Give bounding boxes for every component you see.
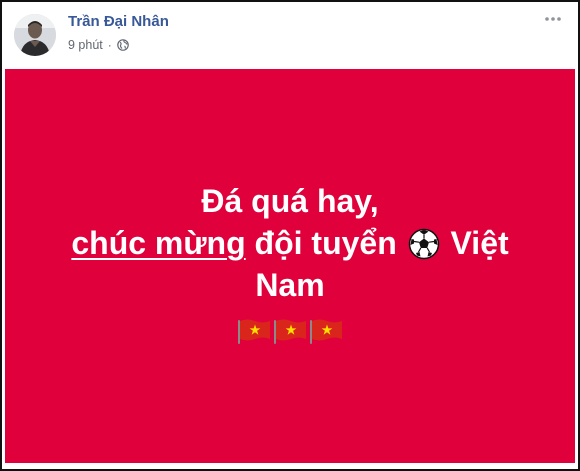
avatar-photo [14, 14, 56, 56]
post-time[interactable]: 9 phút [68, 38, 103, 52]
more-horizontal-icon[interactable] [542, 10, 564, 28]
status-line-3: Nam [255, 267, 325, 303]
status-line-2: chúc mừng đội tuyển Việt [55, 222, 525, 264]
colored-status-background: Đá quá hay, chúc mừng đội tuyển Việt Nam [5, 69, 575, 463]
post-meta: 9 phút · [68, 37, 129, 53]
flag-row [237, 318, 343, 344]
status-text-segment: đội tuyển [245, 225, 406, 261]
vietnam-flag-icon [310, 319, 342, 344]
facebook-post-card: Trần Đại Nhân 9 phút · Đá quá hay, chúc … [0, 0, 580, 471]
status-text: Đá quá hay, chúc mừng đội tuyển Việt Nam [55, 180, 525, 306]
status-line-1: Đá quá hay, [201, 183, 379, 219]
hashtag-link[interactable]: chúc mừng [71, 225, 245, 261]
status-text-segment: Việt [441, 225, 509, 261]
soccer-ball-icon [408, 228, 440, 260]
globe-icon[interactable] [116, 39, 129, 51]
post-header: Trần Đại Nhân 9 phút · [2, 2, 578, 69]
avatar[interactable] [14, 14, 56, 56]
vietnam-flag-icon [274, 319, 306, 344]
meta-separator: · [107, 38, 112, 52]
vietnam-flag-icon [238, 319, 270, 344]
author-name[interactable]: Trần Đại Nhân [68, 13, 169, 30]
